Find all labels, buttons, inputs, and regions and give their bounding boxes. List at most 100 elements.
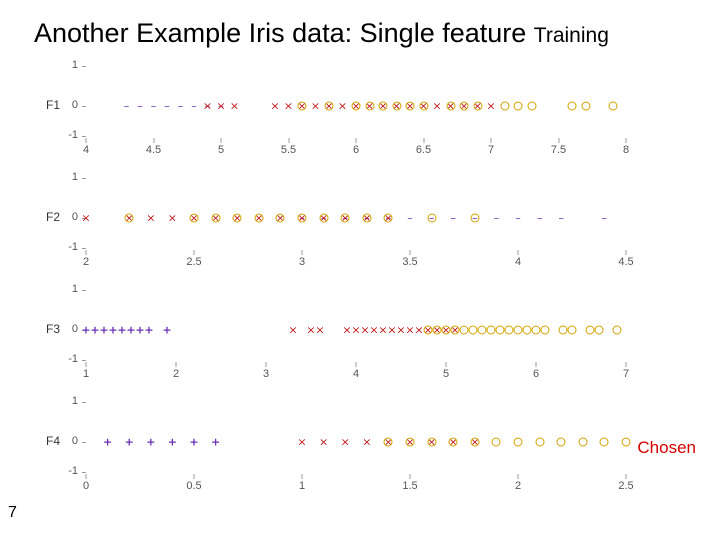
marker-virginica — [125, 214, 134, 223]
marker-virginica — [392, 102, 401, 111]
ytick: -1 — [64, 353, 78, 365]
marker-virginica — [568, 326, 577, 335]
xtick: 4 — [515, 256, 521, 268]
xtick: 5 — [218, 144, 224, 156]
marker-virginica — [433, 326, 442, 335]
xtick: 7.5 — [551, 144, 566, 156]
marker-virginica — [406, 102, 415, 111]
marker-virginica — [254, 214, 263, 223]
ytick: 1 — [64, 283, 78, 295]
xtick: 8 — [623, 144, 629, 156]
ylabel: F3 — [38, 322, 60, 336]
marker-versicolor — [338, 101, 347, 112]
marker-setosa — [99, 325, 108, 336]
marker-virginica — [469, 326, 478, 335]
xtick: 4.5 — [618, 256, 633, 268]
marker-virginica — [613, 326, 622, 335]
ylabel: F2 — [38, 210, 60, 224]
slide: { "title_main": "Another Example Iris da… — [0, 0, 720, 540]
xtick: 6 — [533, 368, 539, 380]
marker-versicolor — [311, 101, 320, 112]
chart-area: F110-144.555.566.577.58F210-122.533.544.… — [36, 56, 636, 526]
marker-virginica — [514, 438, 523, 447]
marker-virginica — [559, 326, 568, 335]
marker-versicolor — [81, 213, 90, 224]
marker-versicolor — [362, 437, 371, 448]
marker-virginica — [460, 102, 469, 111]
marker-virginica — [233, 214, 242, 223]
marker-versicolor — [351, 325, 360, 336]
marker-virginica — [427, 214, 436, 223]
xtick: 1 — [299, 480, 305, 492]
marker-virginica — [500, 102, 509, 111]
marker-versicolor — [288, 325, 297, 336]
marker-versicolor — [360, 325, 369, 336]
marker-setosa — [537, 213, 543, 224]
marker-setosa — [144, 325, 153, 336]
marker-versicolor — [342, 325, 351, 336]
marker-virginica — [319, 214, 328, 223]
slide-title: Another Example Iris data: Single featur… — [34, 18, 718, 49]
marker-setosa — [494, 213, 500, 224]
marker-virginica — [276, 214, 285, 223]
xtick: 6 — [353, 144, 359, 156]
marker-virginica — [557, 438, 566, 447]
marker-versicolor — [369, 325, 378, 336]
marker-virginica — [532, 326, 541, 335]
marker-virginica — [568, 102, 577, 111]
marker-setosa — [178, 101, 184, 112]
marker-versicolor — [396, 325, 405, 336]
panel-f2: F210-122.533.544.5 — [36, 168, 636, 268]
marker-virginica — [406, 438, 415, 447]
marker-versicolor — [315, 325, 324, 336]
marker-virginica — [470, 438, 479, 447]
marker-virginica — [505, 326, 514, 335]
panel-f4: F410-100.511.522.5 — [36, 392, 636, 492]
marker-virginica — [492, 438, 501, 447]
ylabel: F4 — [38, 434, 60, 448]
xtick: 1.5 — [402, 480, 417, 492]
marker-setosa — [168, 437, 177, 448]
marker-virginica — [365, 102, 374, 111]
marker-setosa — [108, 325, 117, 336]
marker-virginica — [449, 438, 458, 447]
marker-virginica — [419, 102, 428, 111]
ytick: -1 — [64, 465, 78, 477]
marker-virginica — [362, 214, 371, 223]
marker-setosa — [189, 437, 198, 448]
xtick: 7 — [623, 368, 629, 380]
marker-versicolor — [284, 101, 293, 112]
marker-virginica — [384, 438, 393, 447]
xtick: 1 — [83, 368, 89, 380]
marker-virginica — [298, 214, 307, 223]
marker-virginica — [581, 102, 590, 111]
marker-virginica — [600, 438, 609, 447]
ytick: 0 — [64, 323, 78, 335]
xtick: 7 — [488, 144, 494, 156]
xtick: 3 — [299, 256, 305, 268]
marker-setosa — [558, 213, 564, 224]
marker-versicolor — [378, 325, 387, 336]
marker-virginica — [514, 326, 523, 335]
marker-setosa — [191, 101, 197, 112]
marker-virginica — [487, 326, 496, 335]
marker-virginica — [298, 102, 307, 111]
marker-setosa — [103, 437, 112, 448]
marker-versicolor — [216, 101, 225, 112]
marker-virginica — [523, 326, 532, 335]
xtick: 5.5 — [281, 144, 296, 156]
marker-setosa — [125, 437, 134, 448]
xtick: 2.5 — [618, 480, 633, 492]
marker-setosa — [126, 325, 135, 336]
marker-virginica — [514, 102, 523, 111]
xtick: 2 — [515, 480, 521, 492]
marker-versicolor — [319, 437, 328, 448]
marker-setosa — [162, 325, 171, 336]
marker-setosa — [124, 101, 130, 112]
marker-virginica — [527, 102, 536, 111]
xtick: 2 — [83, 256, 89, 268]
xtick: 6.5 — [416, 144, 431, 156]
marker-virginica — [595, 326, 604, 335]
marker-setosa — [146, 437, 155, 448]
marker-versicolor — [146, 213, 155, 224]
